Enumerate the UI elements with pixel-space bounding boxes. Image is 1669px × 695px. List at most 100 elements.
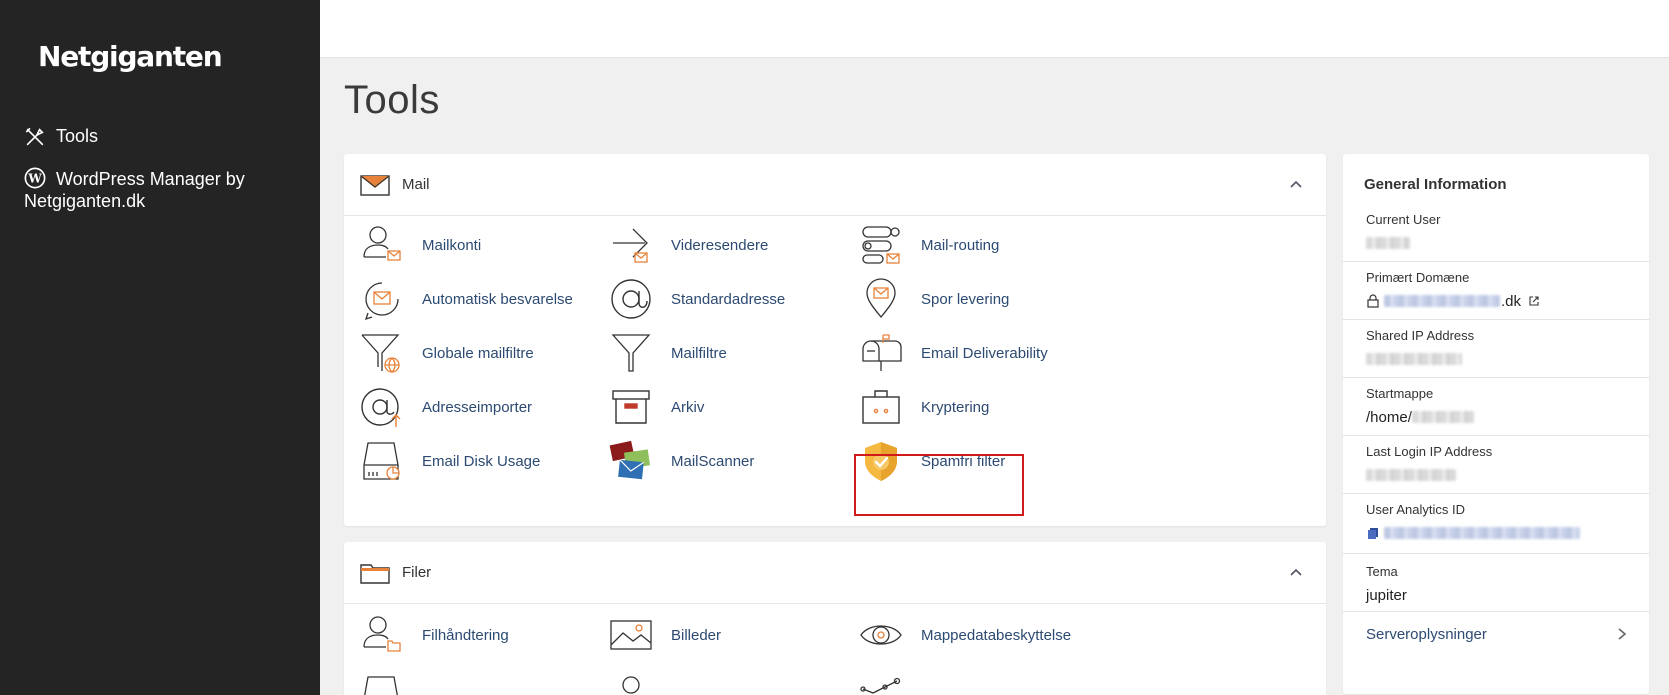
folder-icon bbox=[360, 563, 390, 584]
sidebar-item-label-line2[interactable]: Netgiganten.dk bbox=[24, 191, 145, 212]
tool-mailfiltre[interactable]: Mailfiltre bbox=[609, 328, 727, 378]
tool-label: Mail-routing bbox=[921, 236, 1000, 254]
general-information-panel: General Information Current User Primært… bbox=[1343, 154, 1649, 694]
tool-standardadresse[interactable]: Standardadresse bbox=[609, 274, 785, 324]
tool-partial-2[interactable] bbox=[609, 670, 671, 695]
sidebar-item-label: WordPress Manager by bbox=[56, 169, 245, 189]
svg-text:W: W bbox=[27, 172, 42, 186]
chevron-up-icon[interactable] bbox=[1288, 564, 1304, 580]
tool-mailkonti[interactable]: Mailkonti bbox=[360, 220, 481, 270]
tool-label: Filhåndtering bbox=[422, 626, 509, 644]
tool-mappedatabeskyttelse[interactable]: Mappedatabeskyttelse bbox=[859, 610, 1071, 660]
copy-icon[interactable] bbox=[1366, 527, 1380, 539]
encryption-briefcase-icon bbox=[862, 390, 900, 424]
redacted-value bbox=[1366, 469, 1456, 481]
tool-globale-mailfiltre[interactable]: Globale mailfiltre bbox=[360, 328, 534, 378]
info-startmappe: Startmappe /home/ bbox=[1343, 378, 1649, 436]
user-folder-icon bbox=[363, 616, 401, 652]
domain-suffix[interactable]: .dk bbox=[1501, 293, 1521, 310]
sidebar: Netgiganten Tools W WordPress Manager by… bbox=[0, 0, 320, 695]
chart-line-icon bbox=[860, 677, 901, 694]
tool-arkiv[interactable]: Arkiv bbox=[609, 382, 704, 432]
tool-label: Adresseimporter bbox=[422, 398, 533, 416]
tools-icon bbox=[25, 127, 44, 146]
tool-email-disk-usage[interactable]: Email Disk Usage bbox=[360, 436, 540, 486]
user-icon bbox=[622, 676, 640, 694]
info-tema: Tema jupiter bbox=[1343, 554, 1649, 612]
info-label: Startmappe bbox=[1366, 386, 1434, 401]
mail-card: Mail Mailkonti Videresendere Mail-routin… bbox=[344, 154, 1326, 526]
tool-label: Billeder bbox=[671, 626, 722, 644]
tool-automatisk-besvarelse[interactable]: Automatisk besvarelse bbox=[360, 274, 573, 324]
redacted-value bbox=[1384, 527, 1580, 539]
wordpress-icon: W bbox=[24, 167, 46, 189]
tool-label: Spor levering bbox=[921, 290, 1010, 308]
chevron-right-icon bbox=[1618, 628, 1627, 640]
disk-usage-icon bbox=[363, 442, 400, 480]
tool-label: Spamfri filter bbox=[921, 452, 1006, 470]
tool-partial-3[interactable] bbox=[859, 670, 921, 695]
redacted-value bbox=[1366, 353, 1462, 365]
tool-billeder[interactable]: Billeder bbox=[609, 610, 721, 660]
eye-icon bbox=[860, 625, 902, 645]
chevron-up-icon[interactable] bbox=[1288, 176, 1304, 192]
tool-spor-levering[interactable]: Spor levering bbox=[859, 274, 1009, 324]
mailscanner-envelopes-icon bbox=[609, 440, 650, 480]
tool-adresseimporter[interactable]: Adresseimporter bbox=[360, 382, 532, 432]
external-link-icon[interactable] bbox=[1527, 295, 1541, 307]
tool-label: Kryptering bbox=[921, 398, 990, 416]
mailbox-icon bbox=[862, 334, 902, 371]
tool-mail-routing[interactable]: Mail-routing bbox=[859, 220, 999, 270]
info-label: Last Login IP Address bbox=[1366, 444, 1493, 459]
filter-funnel-icon bbox=[611, 334, 651, 372]
tool-label: Mailkonti bbox=[422, 236, 482, 254]
tool-label: Email Deliverability bbox=[921, 344, 1048, 362]
tool-partial-1[interactable] bbox=[360, 670, 422, 695]
tema-value: jupiter bbox=[1366, 586, 1407, 604]
tool-kryptering[interactable]: Kryptering bbox=[859, 382, 989, 432]
tool-label: Mappedatabeskyttelse bbox=[921, 626, 1072, 644]
mail-card-header[interactable]: Mail bbox=[344, 154, 1326, 216]
server-link-label: Serveroplysninger bbox=[1366, 625, 1487, 643]
page-title: Tools bbox=[344, 78, 440, 122]
tool-spamfri-filter[interactable]: Spamfri filter bbox=[859, 436, 1005, 486]
info-label: Shared IP Address bbox=[1366, 328, 1475, 343]
tool-label: Email Disk Usage bbox=[422, 452, 541, 470]
sidebar-item-wordpress[interactable]: W WordPress Manager by bbox=[24, 167, 284, 191]
tool-mailscanner[interactable]: MailScanner bbox=[609, 436, 754, 486]
redacted-value bbox=[1384, 295, 1500, 307]
user-mail-icon bbox=[363, 226, 401, 261]
image-icon bbox=[610, 620, 652, 650]
forward-arrow-icon bbox=[613, 228, 648, 263]
info-current-user: Current User bbox=[1343, 212, 1649, 262]
server-information-link[interactable]: Serveroplysninger bbox=[1343, 612, 1649, 656]
top-header bbox=[320, 0, 1669, 58]
tool-label: Globale mailfiltre bbox=[422, 344, 534, 362]
info-title: General Information bbox=[1364, 176, 1507, 193]
disk-icon bbox=[364, 676, 398, 695]
map-pin-mail-icon bbox=[866, 278, 896, 319]
redacted-value bbox=[1366, 237, 1410, 249]
files-card-header[interactable]: Filer bbox=[344, 542, 1326, 604]
info-label: User Analytics ID bbox=[1366, 502, 1465, 517]
sidebar-item-tools[interactable]: Tools bbox=[24, 126, 98, 148]
info-label: Current User bbox=[1366, 212, 1441, 227]
envelope-icon bbox=[360, 174, 390, 196]
files-card: Filer Filhåndtering Billeder Mappedatabe… bbox=[344, 542, 1326, 695]
info-shared-ip: Shared IP Address bbox=[1343, 320, 1649, 378]
lock-icon bbox=[1367, 294, 1379, 308]
brand-logo[interactable]: Netgiganten bbox=[38, 40, 223, 73]
autoresponder-icon bbox=[364, 282, 399, 321]
tool-label: Standardadresse bbox=[671, 290, 786, 308]
tool-label: MailScanner bbox=[671, 452, 755, 470]
at-import-icon bbox=[361, 388, 401, 427]
sidebar-item-label: Tools bbox=[56, 126, 99, 146]
info-user-analytics-id: User Analytics ID bbox=[1343, 494, 1649, 554]
tool-email-deliverability[interactable]: Email Deliverability bbox=[859, 328, 1048, 378]
global-filter-icon bbox=[361, 334, 400, 373]
tool-videresendere[interactable]: Videresendere bbox=[609, 220, 768, 270]
at-sign-icon bbox=[611, 279, 651, 319]
tool-label: Arkiv bbox=[671, 398, 705, 416]
info-label: Primært Domæne bbox=[1366, 270, 1470, 285]
tool-filhandtering[interactable]: Filhåndtering bbox=[360, 610, 509, 660]
